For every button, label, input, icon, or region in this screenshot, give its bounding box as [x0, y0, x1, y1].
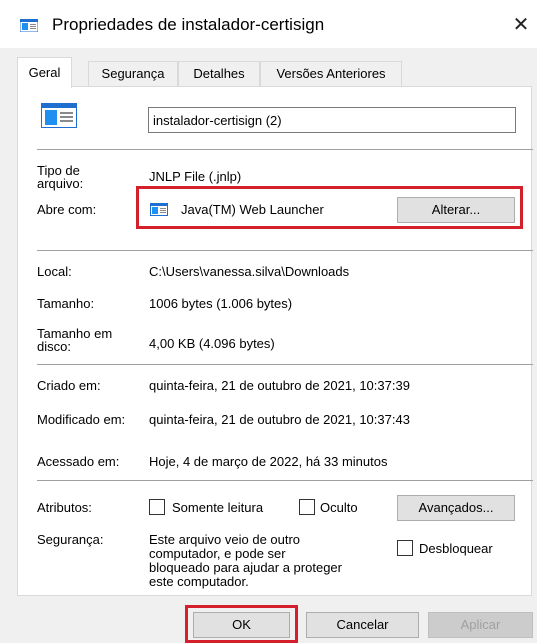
separator: [37, 480, 533, 481]
tab-detalhes[interactable]: Detalhes: [178, 61, 260, 86]
separator: [37, 149, 533, 150]
attributes-label: Atributos:: [37, 500, 92, 515]
size-value: 1006 bytes (1.006 bytes): [149, 296, 293, 311]
unblock-checkbox[interactable]: [397, 540, 413, 556]
general-panel: Tipo de arquivo: JNLP File (.jnlp) Abre …: [17, 86, 533, 596]
security-text: Este arquivo veio de outro computador, e…: [149, 532, 342, 589]
ok-highlight: [185, 605, 298, 643]
unblock-label[interactable]: Desbloquear: [419, 542, 493, 555]
modified-label: Modificado em:: [37, 412, 126, 427]
type-label: Tipo de arquivo:: [37, 163, 84, 191]
close-icon: ✕: [512, 14, 530, 36]
type-value: JNLP File (.jnlp): [149, 169, 242, 184]
created-value: quinta-feira, 21 de outubro de 2021, 10:…: [149, 378, 410, 393]
disk-size-value: 4,00 KB (4.096 bytes): [149, 336, 275, 351]
modified-value: quinta-feira, 21 de outubro de 2021, 10:…: [149, 412, 410, 427]
tab-seguranca[interactable]: Segurança: [88, 61, 178, 86]
accessed-value: Hoje, 4 de março de 2022, há 33 minutos: [149, 454, 388, 469]
separator: [37, 364, 533, 365]
advanced-button[interactable]: Avançados...: [397, 495, 515, 521]
accessed-label: Acessado em:: [37, 454, 120, 469]
opens-with-label: Abre com:: [37, 202, 97, 217]
window-file-icon: [20, 19, 38, 32]
tab-versoes-anteriores[interactable]: Versões Anteriores: [260, 61, 402, 86]
size-label: Tamanho:: [37, 296, 95, 311]
apply-button[interactable]: Aplicar: [428, 612, 533, 638]
properties-dialog: Propriedades de instalador-certisign ✕ G…: [0, 0, 537, 643]
close-button[interactable]: ✕: [508, 12, 534, 38]
readonly-checkbox[interactable]: [149, 499, 165, 515]
hidden-checkbox[interactable]: [299, 499, 315, 515]
separator: [37, 250, 533, 251]
created-label: Criado em:: [37, 378, 101, 393]
readonly-label[interactable]: Somente leitura: [172, 501, 263, 514]
opens-with-highlight: [136, 186, 523, 229]
disk-size-label: Tamanho em disco:: [37, 326, 113, 354]
title-bar: Propriedades de instalador-certisign ✕: [0, 0, 537, 48]
cancel-button[interactable]: Cancelar: [306, 612, 419, 638]
hidden-label[interactable]: Oculto: [320, 501, 358, 514]
tab-geral[interactable]: Geral: [17, 57, 72, 88]
security-label: Segurança:: [37, 532, 104, 547]
window-title: Propriedades de instalador-certisign: [52, 15, 325, 34]
file-type-icon: [41, 103, 77, 128]
location-label: Local:: [37, 264, 72, 279]
location-value: C:\Users\vanessa.silva\Downloads: [149, 264, 350, 279]
file-name-input[interactable]: [148, 107, 516, 133]
